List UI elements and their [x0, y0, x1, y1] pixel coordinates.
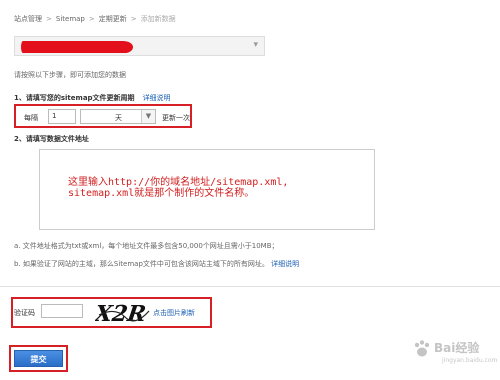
- frequency-unit-select[interactable]: 天 ▼: [80, 109, 156, 124]
- frequency-number-input[interactable]: 1: [48, 109, 76, 124]
- update-once-label: 更新一次: [162, 114, 190, 122]
- sitemap-url-textarea[interactable]: 这里输入http://你的域名地址/sitemap.xml, sitemap.x…: [39, 149, 375, 230]
- step1-title: 1、请填写您的sitemap文件更新周期: [14, 94, 135, 102]
- submit-button[interactable]: 提交: [14, 350, 63, 367]
- captcha-refresh-link[interactable]: 点击图片刷新: [153, 308, 195, 318]
- step2-title: 2、请填写数据文件地址: [14, 135, 89, 143]
- captcha-label: 验证码: [14, 309, 35, 317]
- breadcrumb-separator: >: [88, 15, 95, 23]
- breadcrumb-scheduled-update[interactable]: 定期更新: [99, 15, 127, 23]
- breadcrumb-sitemap[interactable]: Sitemap: [56, 15, 85, 23]
- paw-logo-icon: [414, 340, 430, 357]
- step1-heading: 1、请填写您的sitemap文件更新周期 详细说明: [14, 93, 171, 103]
- site-select[interactable]: ▾: [14, 36, 265, 56]
- captcha-group: 验证码 X2R 点击图片刷新: [11, 297, 212, 328]
- submit-highlight: 提交: [9, 345, 68, 372]
- every-label: 每隔: [24, 114, 38, 122]
- watermark: Bai经验 jingyan.baidu.com: [412, 337, 500, 375]
- url-annotation-text: 这里输入http://你的域名地址/sitemap.xml, sitemap.x…: [68, 177, 289, 199]
- breadcrumb-separator: >: [130, 15, 137, 23]
- update-frequency-group: 每隔 1 天 ▼ 更新一次: [14, 104, 192, 128]
- watermark-brand: Bai经验: [434, 341, 480, 355]
- frequency-unit-value: 天: [115, 114, 122, 122]
- redacted-site-name: [21, 41, 133, 53]
- note-a: a. 文件地址格式为txt或xml，每个地址文件最多包含50,000个网址且需小…: [14, 242, 279, 250]
- breadcrumb: 站点管理 > Sitemap > 定期更新 > 添加新数据: [14, 14, 176, 24]
- chevron-down-icon: ▼: [141, 110, 155, 123]
- note-b-text: b. 如果验证了网站的主域，那么Sitemap文件中可包含该网站主域下的所有网址…: [14, 260, 269, 268]
- breadcrumb-separator: >: [46, 15, 52, 23]
- captcha-input[interactable]: [41, 304, 83, 318]
- captcha-image[interactable]: X2R: [95, 301, 151, 325]
- step1-help-link[interactable]: 详细说明: [143, 94, 171, 102]
- note-b: b. 如果验证了网站的主域，那么Sitemap文件中可包含该网站主域下的所有网址…: [14, 259, 299, 269]
- note-b-help-link[interactable]: 详细说明: [271, 260, 299, 268]
- breadcrumb-site-management[interactable]: 站点管理: [14, 15, 42, 23]
- watermark-url: jingyan.baidu.com: [442, 357, 498, 364]
- breadcrumb-current: 添加新数据: [140, 15, 176, 23]
- chevron-down-icon: ▾: [253, 40, 258, 50]
- divider: [0, 286, 500, 287]
- instruction-hint: 请按照以下步骤，即可添加您的数据: [14, 71, 126, 79]
